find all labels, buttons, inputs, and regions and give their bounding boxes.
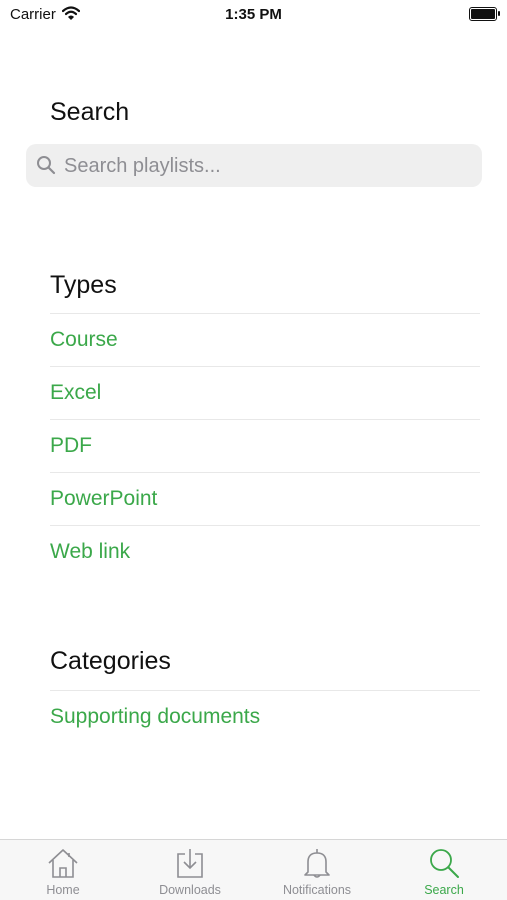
- tab-bar: Home Downloads Notifications Search: [0, 839, 507, 900]
- search-tab-icon: [430, 849, 459, 878]
- status-bar: Carrier 1:35 PM: [0, 0, 507, 28]
- bell-icon: [304, 849, 330, 878]
- types-section-title: Types: [50, 271, 117, 299]
- tab-search-label: Search: [424, 883, 464, 897]
- tab-downloads[interactable]: Downloads: [127, 840, 253, 900]
- search-icon: [36, 155, 56, 180]
- types-list: Course Excel PDF PowerPoint Web link: [50, 313, 480, 578]
- tab-downloads-label: Downloads: [159, 883, 221, 897]
- category-item-supporting-documents[interactable]: Supporting documents: [50, 690, 480, 743]
- status-time: 1:35 PM: [225, 6, 282, 23]
- type-item-web-link[interactable]: Web link: [50, 525, 480, 578]
- categories-list: Supporting documents: [50, 690, 480, 743]
- tab-notifications-label: Notifications: [282, 883, 352, 897]
- download-tray-icon: [177, 849, 203, 878]
- search-section-title: Search: [50, 98, 130, 126]
- tab-home[interactable]: Home: [0, 840, 126, 900]
- tab-search[interactable]: Search: [381, 840, 507, 900]
- battery-icon: [469, 7, 500, 21]
- type-item-excel[interactable]: Excel: [50, 366, 480, 419]
- tab-notifications[interactable]: Notifications: [254, 840, 380, 900]
- search-input[interactable]: [62, 144, 466, 189]
- tab-home-label: Home: [46, 883, 80, 897]
- type-item-pdf[interactable]: PDF: [50, 419, 480, 472]
- house-icon: [48, 849, 78, 878]
- type-item-course[interactable]: Course: [50, 313, 480, 366]
- type-item-powerpoint[interactable]: PowerPoint: [50, 472, 480, 525]
- search-bar[interactable]: [26, 144, 482, 189]
- categories-section-title: Categories: [50, 647, 171, 675]
